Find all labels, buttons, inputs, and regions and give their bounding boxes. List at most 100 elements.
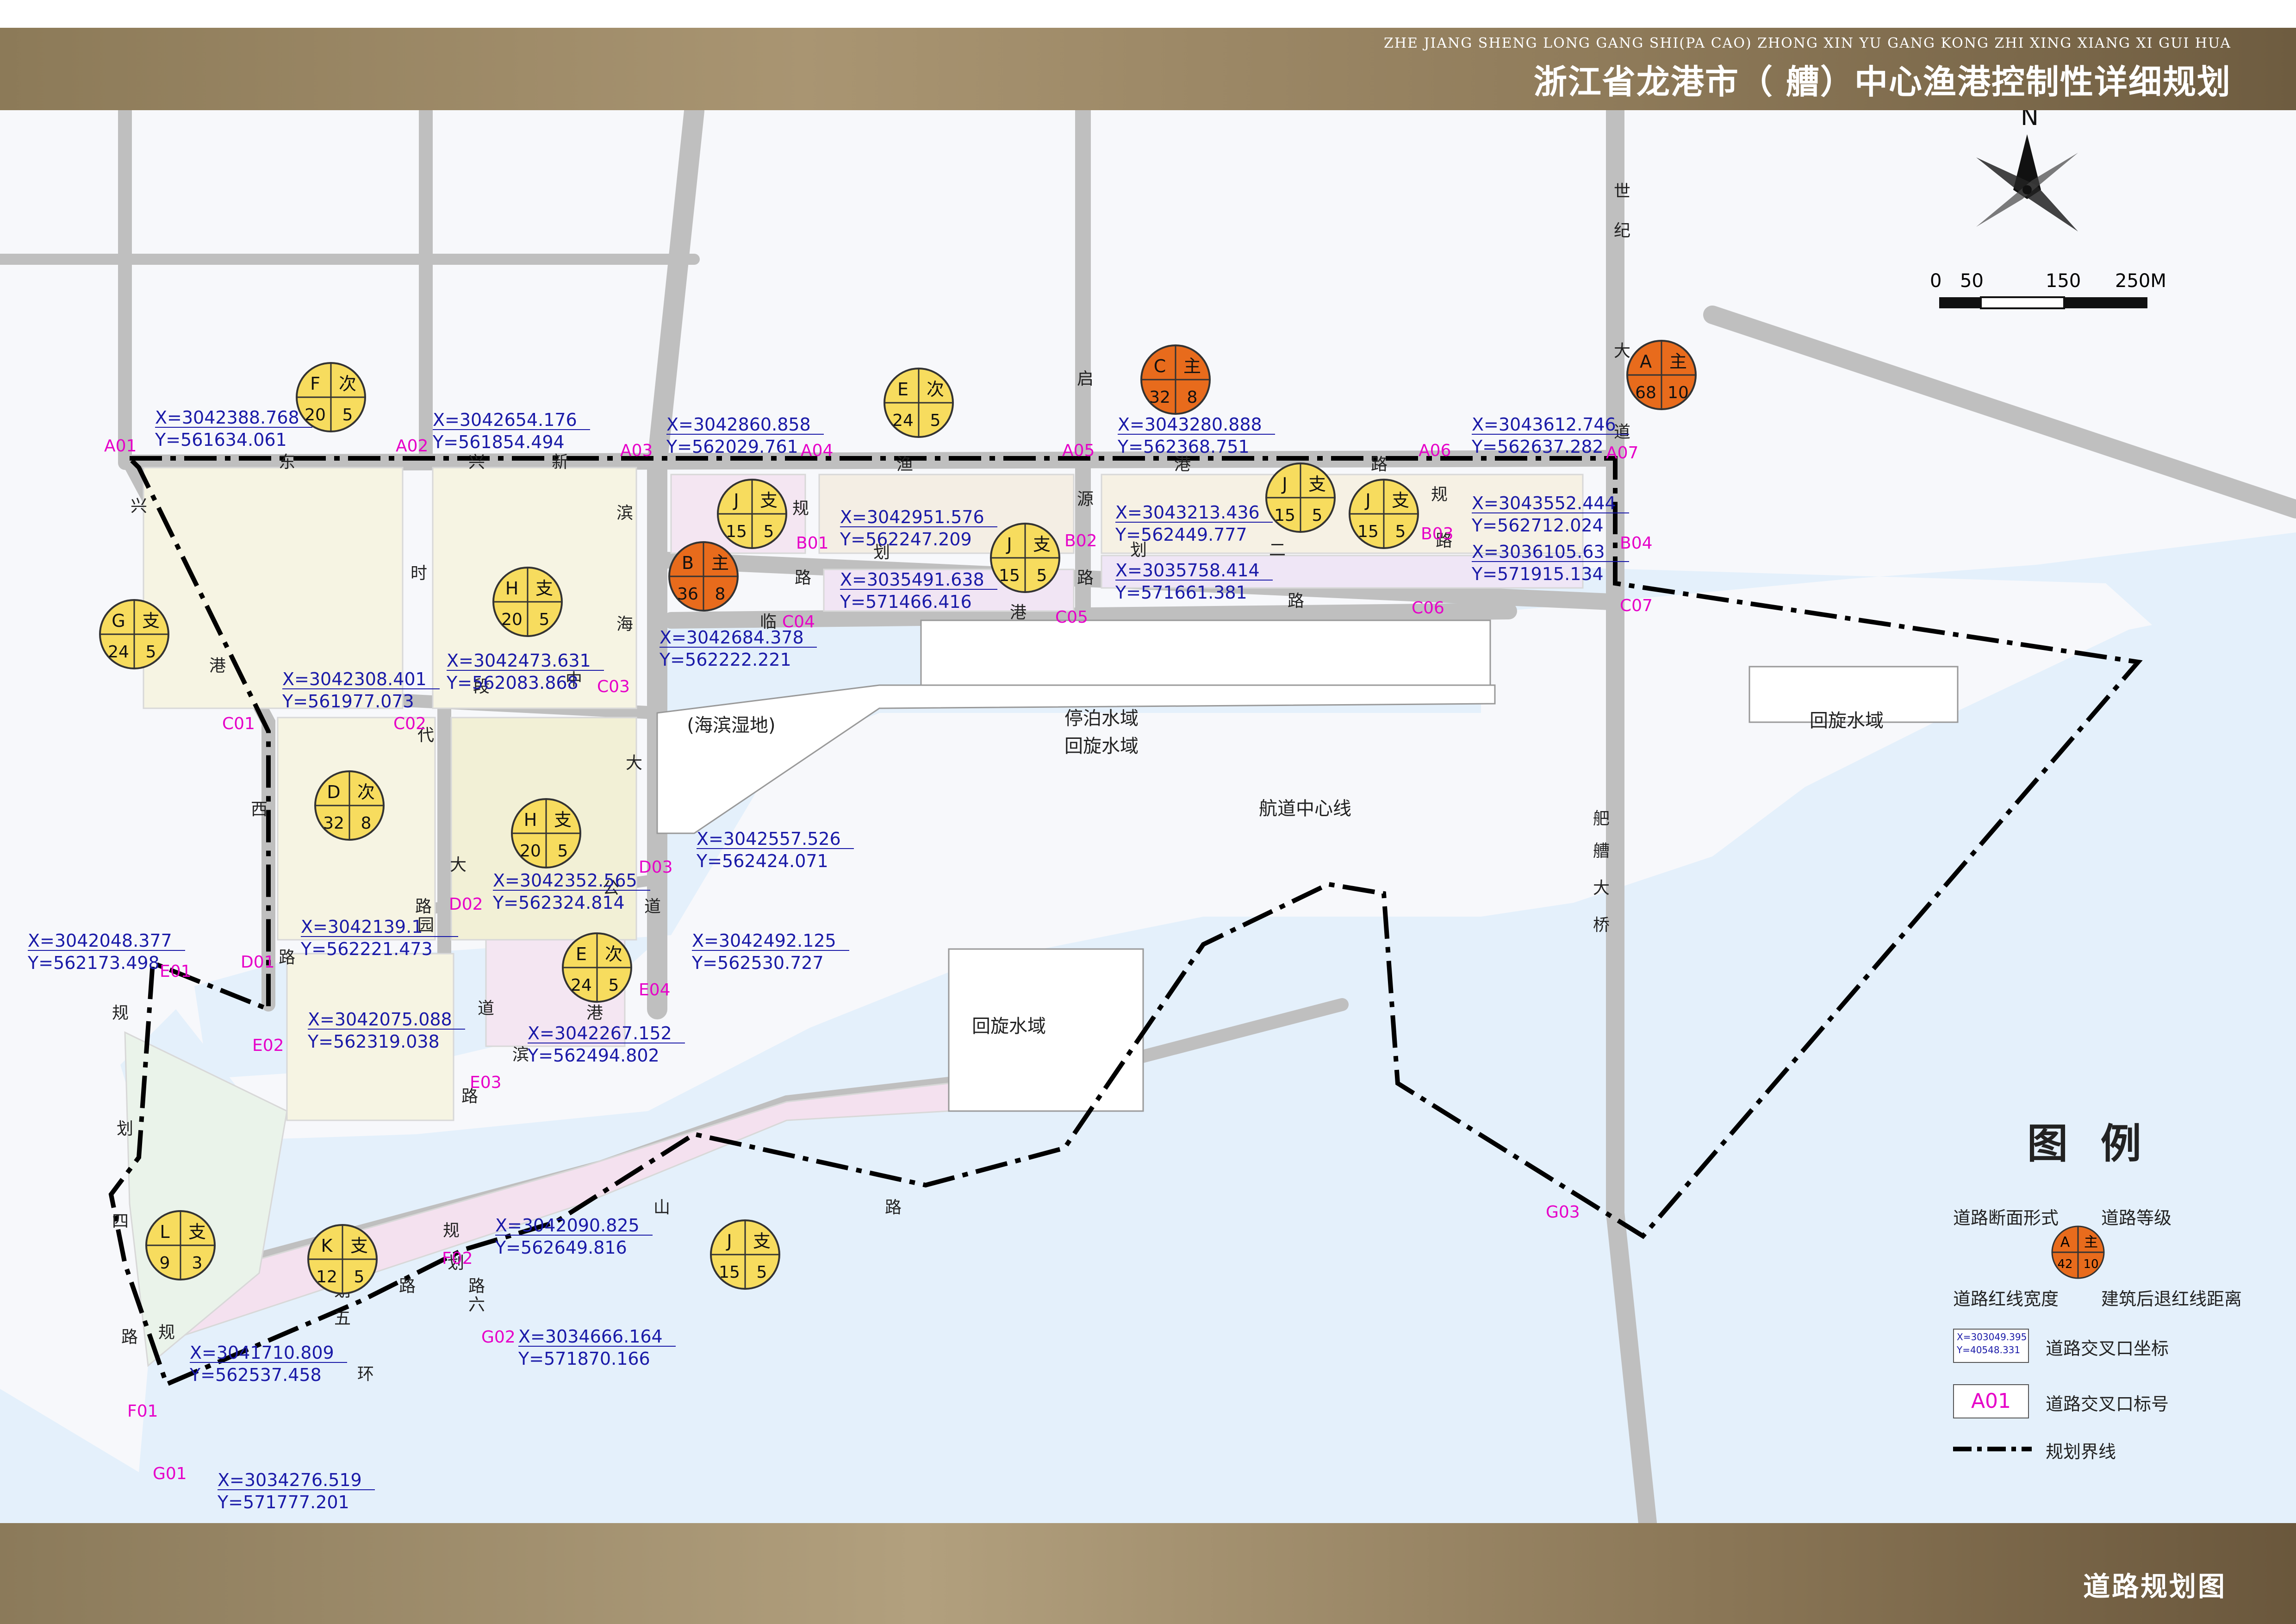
road-name-char: 路 bbox=[399, 1277, 416, 1296]
badge-setback: 5 bbox=[1037, 566, 1047, 585]
road-name-char: 规 bbox=[792, 499, 809, 518]
road-badge: B 主 36 8 bbox=[668, 541, 739, 612]
legend-road-grade: 道路等级 bbox=[2101, 1208, 2172, 1228]
water-label: 回旋水域 bbox=[972, 1016, 1046, 1037]
badge-letter: J bbox=[1281, 474, 1287, 494]
road-name-char: 路 bbox=[1288, 592, 1304, 611]
coordinate-x: X=3042139.1 bbox=[301, 917, 423, 937]
coordinate-x: X=3042075.088 bbox=[308, 1009, 452, 1030]
footer-band bbox=[0, 1523, 2296, 1624]
badge-width: 20 bbox=[501, 610, 523, 629]
coordinate-x: X=3035758.414 bbox=[1115, 560, 1260, 581]
road-name-char: 西 bbox=[251, 800, 268, 819]
legend-sample-badge: A 主 42 10 bbox=[2051, 1225, 2105, 1279]
road-badge: J 支15 5 bbox=[710, 1219, 780, 1290]
badge-width: 9 bbox=[160, 1254, 170, 1273]
road-name-char: 滨 bbox=[616, 504, 633, 523]
legend-title: 图 例 bbox=[2027, 1120, 2151, 1168]
road-name-char: 港 bbox=[1010, 603, 1027, 622]
badge-letter: E bbox=[897, 379, 908, 400]
badge-setback: 5 bbox=[558, 842, 568, 861]
badge-grade: 主 bbox=[711, 553, 729, 573]
intersection-code: A06 bbox=[1419, 441, 1451, 460]
road-name-char: 大 bbox=[626, 754, 642, 773]
road-badge: D 次 32 8 bbox=[314, 770, 385, 841]
intersection-code: D02 bbox=[449, 895, 483, 914]
badge-letter: K bbox=[321, 1236, 333, 1256]
road-name-char: 路 bbox=[1371, 455, 1388, 474]
badge-grade: 支 bbox=[535, 578, 553, 599]
badge-grade: 支 bbox=[753, 1231, 771, 1251]
scale-label-0: 0 bbox=[1930, 270, 1941, 292]
badge-letter: H bbox=[505, 578, 519, 599]
intersection-code: C03 bbox=[597, 677, 630, 696]
coordinate-y: Y=562649.816 bbox=[495, 1237, 627, 1258]
coordinate-y: Y=562449.777 bbox=[1115, 525, 1247, 545]
road-badge: H 支 20 5 bbox=[492, 567, 563, 637]
badge-grade: 支 bbox=[1308, 474, 1326, 494]
badge-grade: 支 bbox=[1033, 534, 1051, 555]
coordinate-y: Y=571915.134 bbox=[1471, 564, 1604, 584]
badge-width: 24 bbox=[571, 976, 592, 995]
water-label: (海滨湿地) bbox=[687, 715, 775, 736]
legend-badge-setback: 10 bbox=[2083, 1257, 2098, 1271]
footer-title: 道路规划图 bbox=[2083, 1571, 2227, 1602]
intersection-code: A01 bbox=[104, 437, 137, 456]
coordinate-x: X=3042951.576 bbox=[840, 507, 984, 527]
road-name-char: 源 bbox=[1077, 490, 1094, 509]
badge-letter: L bbox=[160, 1222, 169, 1242]
road-badge: J 支15 5 bbox=[1349, 479, 1419, 549]
badge-setback: 5 bbox=[342, 406, 353, 425]
coordinate-y: Y=571870.166 bbox=[518, 1349, 650, 1369]
badge-width: 24 bbox=[108, 643, 129, 662]
coordinate-x: X=3041710.809 bbox=[190, 1343, 334, 1363]
road-badge: F 次 20 5 bbox=[296, 362, 366, 432]
legend-coord-sample: X=303049.395 Y=40548.331 bbox=[1953, 1329, 2029, 1363]
badge-setback: 5 bbox=[764, 522, 774, 541]
road-badge: J 支15 5 bbox=[990, 523, 1060, 593]
badge-width: 15 bbox=[719, 1263, 740, 1282]
coordinate-x: X=3042090.825 bbox=[495, 1215, 640, 1236]
badge-grade: 支 bbox=[554, 810, 572, 830]
legend-coord-label: 道路交叉口坐标 bbox=[2046, 1338, 2169, 1359]
water-label: 航道中心线 bbox=[1259, 798, 1351, 819]
intersection-code: A02 bbox=[396, 437, 428, 456]
badge-width: 24 bbox=[892, 411, 914, 430]
badge-setback: 8 bbox=[715, 585, 726, 604]
intersection-code: B01 bbox=[796, 534, 829, 553]
intersection-code: C07 bbox=[1620, 596, 1653, 615]
legend-section-form: 道路断面形式 bbox=[1953, 1208, 2059, 1228]
coordinate-y: Y=561977.073 bbox=[282, 691, 414, 712]
legend-coord-sample-x: X=303049.395 bbox=[1957, 1331, 2027, 1343]
road-name-char: 六 bbox=[468, 1295, 485, 1314]
road-name-char: 滨 bbox=[512, 1045, 529, 1064]
coordinate-y: Y=562221.473 bbox=[300, 939, 433, 959]
coordinate-y: Y=562637.282 bbox=[1471, 437, 1604, 457]
road-name-char: 海 bbox=[616, 615, 633, 634]
badge-width: 68 bbox=[1635, 383, 1656, 402]
road-name-char: 港 bbox=[586, 1004, 603, 1023]
coordinate-y: Y=562247.209 bbox=[840, 529, 972, 550]
coordinate-x: X=3042860.858 bbox=[666, 414, 811, 435]
coordinate-y: Y=561634.061 bbox=[155, 430, 287, 450]
intersection-code: A03 bbox=[620, 441, 653, 460]
road-name-char: 路 bbox=[279, 948, 295, 967]
intersection-code: A07 bbox=[1606, 443, 1638, 462]
road-name-char: 港 bbox=[1174, 455, 1191, 474]
road-name-char: 路 bbox=[121, 1328, 138, 1347]
scale-label-50: 50 bbox=[1960, 270, 1984, 292]
road-name-char: 规 bbox=[112, 1004, 129, 1023]
road-name-char: 大 bbox=[1614, 342, 1630, 361]
badge-grade: 主 bbox=[1669, 351, 1687, 372]
coordinate-x: X=3042267.152 bbox=[528, 1023, 672, 1043]
road-badge: E 次 24 5 bbox=[562, 932, 632, 1003]
road-name-char: 港 bbox=[209, 656, 226, 675]
road-name-char: 道 bbox=[478, 999, 494, 1018]
road-name-char: 山 bbox=[653, 1198, 670, 1217]
badge-setback: 5 bbox=[757, 1263, 767, 1282]
badge-letter: B bbox=[682, 553, 694, 573]
badge-setback: 5 bbox=[354, 1268, 365, 1287]
road-name-char: 纪 bbox=[1614, 221, 1630, 240]
intersection-code: E01 bbox=[160, 962, 192, 981]
legend-code-label: 道路交叉口标号 bbox=[2046, 1394, 2169, 1414]
